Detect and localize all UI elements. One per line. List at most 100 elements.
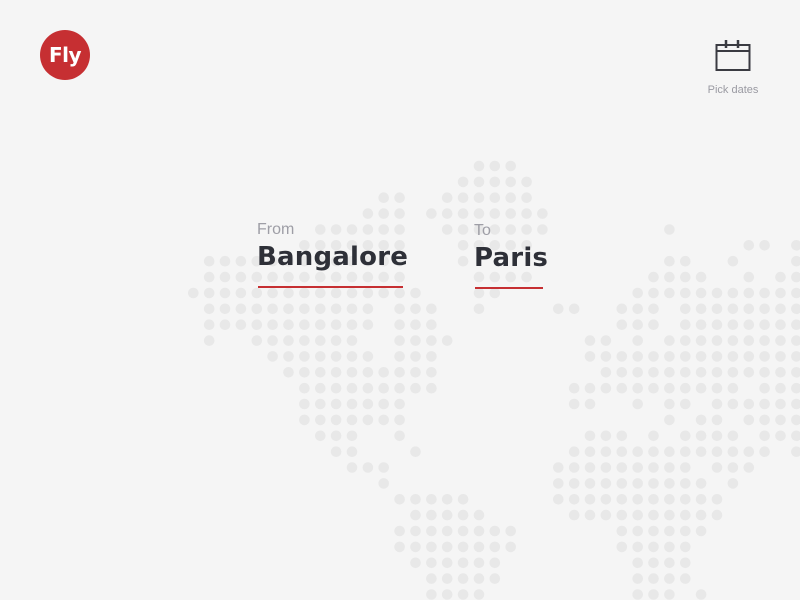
map-dot [775,382,786,394]
map-dot [791,430,800,442]
map-dot [346,398,358,410]
map-dot [600,430,612,442]
map-dot [632,589,643,600]
map-dot [473,525,485,537]
map-dot [664,255,675,267]
map-dot [251,319,263,331]
map-dot [203,287,215,299]
map-dot [727,255,739,267]
map-dot [727,303,739,315]
to-field[interactable]: To Paris [474,221,548,289]
map-dot [410,509,421,521]
map-dot [664,271,675,283]
map-dot [489,525,501,537]
map-dot [616,303,628,315]
map-dot [775,271,786,283]
map-dot [743,414,755,426]
map-dot [791,382,800,394]
map-dot [394,335,405,346]
from-value[interactable]: Bangalore [257,242,408,272]
map-dot [632,494,643,505]
map-dot [632,303,643,315]
pick-dates-label: Pick dates [707,84,759,96]
map-dot [632,398,643,410]
from-field[interactable]: From Bangalore [257,220,408,288]
map-dot [489,557,501,569]
map-dot [648,446,659,458]
map-dot [394,367,405,378]
map-dot [441,525,453,537]
map-dot [616,541,628,553]
map-dot [632,367,643,378]
map-dot [727,319,739,331]
map-dot [727,430,739,442]
map-dot [330,367,342,378]
pick-dates-button[interactable]: Pick dates [698,38,768,96]
map-dot [616,525,628,537]
map-dot [362,367,374,378]
map-dot [457,525,469,537]
map-dot [346,414,358,426]
map-dot [426,351,437,362]
map-dot [203,271,215,283]
map-dot [410,382,421,394]
map-dot [489,573,501,584]
map-dot [680,478,691,489]
map-dot [616,446,628,458]
to-value[interactable]: Paris [474,243,548,273]
map-dot [759,303,770,315]
fly-logo[interactable]: Fly [40,30,90,80]
map-dot [410,557,421,569]
map-dot [489,541,501,553]
map-dot [378,462,390,473]
map-dot [394,541,405,553]
map-dot [283,319,294,331]
map-dot [410,303,421,315]
map-dot [695,589,707,600]
map-dot [267,287,278,299]
map-dot [568,446,580,458]
map-dot [378,208,390,219]
map-dot [600,351,612,362]
map-dot [759,351,770,362]
map-dot [299,398,310,410]
map-dot [648,430,659,442]
map-dot [775,367,786,378]
map-dot [267,335,278,346]
map-dot [362,351,374,362]
from-underline [258,286,403,288]
map-dot [457,240,469,251]
map-dot [426,494,437,505]
map-dot [632,573,643,584]
map-dot [680,573,691,584]
map-dot [648,382,659,394]
map-dot [791,351,800,362]
map-dot [441,589,453,600]
map-dot [648,589,659,600]
map-dot [219,255,231,267]
map-dot [473,589,485,600]
map-dot [378,414,390,426]
map-dot [616,509,628,521]
map-dot [648,478,659,489]
map-dot [219,319,231,331]
map-dot [648,557,659,569]
map-dot [584,398,596,410]
map-dot [315,430,326,442]
map-dot [775,303,786,315]
map-dot [410,351,421,362]
map-dot [759,414,770,426]
map-dot [632,462,643,473]
map-dot [584,446,596,458]
map-dot [568,494,580,505]
map-dot [680,382,691,394]
map-dot [743,351,755,362]
map-dot [330,351,342,362]
map-dot [426,367,437,378]
map-dot [743,335,755,346]
map-dot [426,208,437,219]
map-dot [680,525,691,537]
map-dot [473,192,485,203]
map-dot [553,462,564,473]
map-dot [378,478,390,489]
